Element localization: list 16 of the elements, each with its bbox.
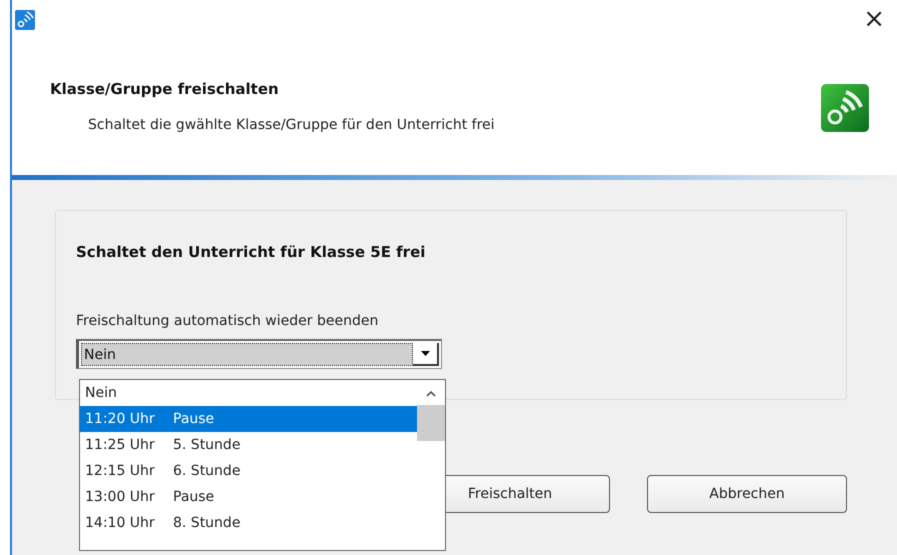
group-title: Schaltet den Unterricht für Klasse 5E frei	[76, 243, 426, 261]
dialog-button[interactable]: Abbrechen	[647, 475, 847, 513]
dialog-heading: Klasse/Gruppe freischalten	[50, 80, 280, 98]
dialog-description: Schaltet die gwählte Klasse/Gruppe für den Unterricht frei	[87, 117, 495, 133]
dropdown-option[interactable]: 11:25 Uhr 5. Stunde	[80, 432, 417, 458]
dropdown-option[interactable]: Nein	[80, 380, 417, 406]
scroll-up-icon[interactable]	[426, 390, 436, 397]
scrollbar-thumb[interactable]	[417, 405, 445, 441]
signal-waves-icon	[15, 10, 35, 30]
caret-icon	[420, 351, 430, 356]
close-button[interactable]: ×	[859, 6, 889, 32]
dropdown-field[interactable]: Nein	[76, 339, 442, 369]
field-label: Freischaltung automatisch wieder beenden	[76, 313, 378, 329]
dropdown-option[interactable]: 14:10 Uhr 8. Stunde	[80, 510, 417, 536]
dropdown-option[interactable]: 11:20 Uhr Pause	[80, 406, 417, 432]
signal-waves-icon	[821, 84, 869, 132]
